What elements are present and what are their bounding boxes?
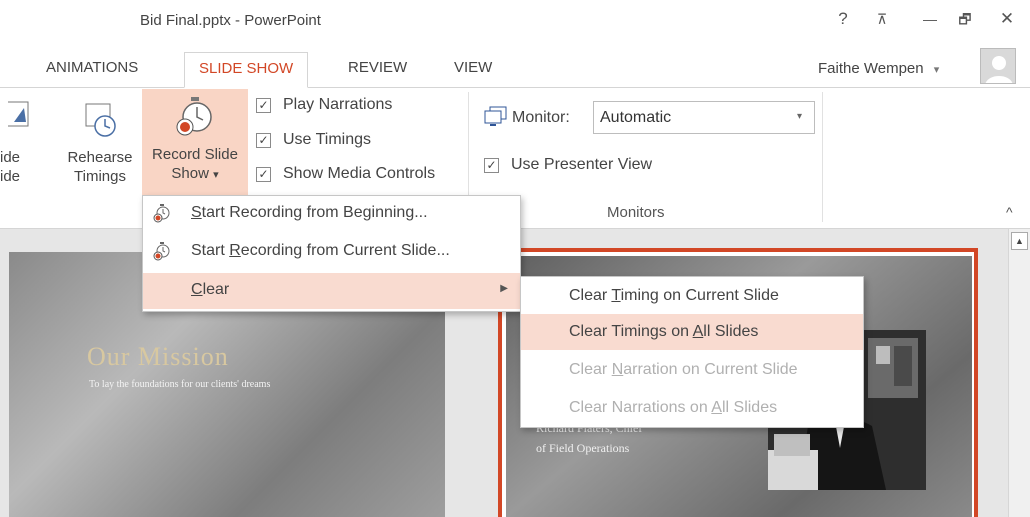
restore-icon[interactable]: 🗗 (952, 6, 978, 32)
submenu-arrow-icon: ▶ (500, 283, 508, 294)
stopwatch-record-icon (153, 204, 170, 223)
slide-subtitle: To lay the foundations for our clients' … (89, 379, 271, 390)
submenu-item-label: Clear Timings on All Slides (569, 323, 759, 340)
submenu-item-label: Clear Narrations on All Slides (569, 399, 778, 416)
group-divider (822, 92, 823, 222)
help-icon[interactable]: ? (830, 6, 856, 32)
checkbox-box: ✓ (484, 158, 499, 173)
submenu-item-clear-timings-all[interactable]: Clear Timings on All Slides (521, 314, 863, 350)
monitor-icon (484, 106, 508, 128)
slide-title: Our Mission (87, 342, 229, 371)
menu-item-label: Start Recording from Beginning... (191, 204, 428, 221)
collapse-ribbon-icon[interactable]: ^ (1006, 204, 1013, 220)
rehearse-label-1: Rehearse (67, 149, 133, 166)
vertical-scrollbar[interactable] (1008, 229, 1030, 517)
monitor-label: Monitor: (512, 109, 570, 126)
tab-animations[interactable]: ANIMATIONS (32, 52, 152, 88)
hide-slide-label-1: ide (0, 149, 21, 166)
submenu-item-clear-narration-current: Clear Narration on Current Slide (521, 352, 863, 388)
stopwatch-record-icon (153, 242, 170, 261)
rehearse-timings-icon (85, 103, 116, 137)
user-name: Faithe Wempen (818, 60, 924, 77)
slide-text-line-2: of Field Operations (536, 441, 630, 455)
monitor-value: Automatic (600, 109, 672, 126)
submenu-item-clear-timing-current[interactable]: Clear Timing on Current Slide (521, 278, 863, 314)
record-slide-show-label-2: Show (171, 165, 209, 182)
hide-slide-icon (0, 100, 30, 130)
checkbox-box: ✓ (256, 98, 271, 113)
chevron-down-icon: ▾ (933, 64, 940, 76)
record-slide-show-label-1: Record Slide (152, 146, 238, 163)
chevron-down-icon: ▾ (213, 169, 219, 181)
menu-item-label: Start Recording from Current Slide... (191, 242, 450, 259)
submenu-item-label: Clear Timing on Current Slide (569, 287, 779, 304)
ribbon-display-options-icon[interactable]: ⊼ (869, 6, 895, 32)
menu-item-start-recording-current[interactable]: Start Recording from Current Slide... (143, 234, 520, 270)
use-presenter-view-label: Use Presenter View (511, 156, 653, 173)
window-title: Bid Final.pptx - PowerPoint (140, 12, 321, 29)
user-account[interactable]: Faithe Wempen ▾ (818, 60, 939, 77)
checkbox-box: ✓ (256, 167, 271, 182)
tab-slide-show[interactable]: SLIDE SHOW (184, 52, 309, 88)
record-slide-show-button[interactable]: Record Slide Show ▾ (142, 89, 248, 197)
submenu-item-clear-narrations-all: Clear Narrations on All Slides (521, 390, 863, 426)
menu-item-label: Clear (191, 281, 230, 298)
chevron-down-icon: ▾ (797, 111, 803, 122)
hide-slide-label-2: ide (0, 168, 21, 185)
checkbox-box: ✓ (256, 133, 271, 148)
tab-review[interactable]: REVIEW (334, 52, 421, 88)
rehearse-timings-button[interactable]: Rehearse Timings (60, 92, 140, 200)
avatar[interactable] (980, 48, 1016, 84)
show-media-controls-label: Show Media Controls (283, 165, 436, 182)
submenu-item-label: Clear Narration on Current Slide (569, 361, 798, 378)
minimize-icon[interactable]: — (917, 6, 943, 32)
rehearse-label-2: Timings (74, 168, 126, 185)
stopwatch-record-icon (176, 97, 212, 136)
monitors-group-label: Monitors (607, 204, 665, 221)
tab-view[interactable]: VIEW (440, 52, 506, 88)
close-icon[interactable]: ✕ (994, 6, 1020, 32)
hide-slide-button[interactable]: ide ide (0, 148, 40, 186)
scroll-up-icon[interactable]: ▲ (1011, 232, 1028, 250)
use-timings-label: Use Timings (283, 131, 372, 148)
play-narrations-label: Play Narrations (283, 96, 393, 113)
menu-item-clear[interactable]: Clear ▶ (143, 273, 520, 309)
menu-item-start-recording-beginning[interactable]: Start Recording from Beginning... (143, 196, 520, 232)
user-silhouette-icon (985, 56, 1013, 83)
